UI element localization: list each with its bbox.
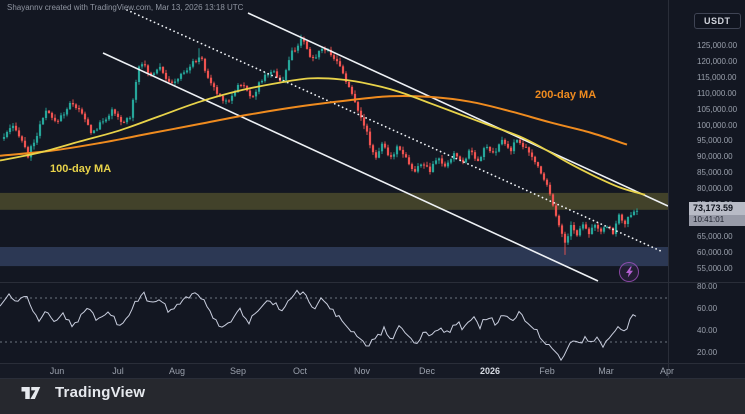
price-axis-border <box>668 0 669 378</box>
time-axis-label: Sep <box>229 366 247 376</box>
tradingview-chart-window: Shayannv created with TradingView.com, M… <box>0 0 745 414</box>
price-tick: 125,000.00 <box>697 41 738 50</box>
price-tick: 90,000.00 <box>697 152 733 161</box>
channel-upper <box>247 12 668 207</box>
rsi-tick: 20.00 <box>697 348 718 357</box>
rsi-separator[interactable] <box>0 363 745 364</box>
last-price-label: 73,173.59 10:41:01 <box>689 202 745 226</box>
rsi-tick: 60.00 <box>697 304 718 313</box>
tradingview-logo-icon <box>21 386 41 399</box>
time-axis-label: 2026 <box>479 366 501 376</box>
price-tick: 55,000.00 <box>697 264 733 273</box>
price-tick: 105,000.00 <box>697 105 738 114</box>
pane-separator[interactable] <box>0 282 745 283</box>
tradingview-logo-text: TradingView <box>55 384 146 401</box>
lightning-icon <box>625 266 633 278</box>
time-axis-label: Aug <box>168 366 186 376</box>
price-tick: 120,000.00 <box>697 57 738 66</box>
time-axis-label: Apr <box>659 366 675 376</box>
rsi-tick: 80.00 <box>697 282 718 291</box>
time-axis-label: Mar <box>598 366 614 376</box>
boost-button[interactable] <box>619 262 639 282</box>
time-axis-label: Nov <box>353 366 371 376</box>
support-zone <box>0 247 668 267</box>
rsi-line <box>0 289 637 362</box>
quote-currency-badge[interactable]: USDT <box>694 13 741 29</box>
price-tick: 80,000.00 <box>697 184 733 193</box>
price-tick: 85,000.00 <box>697 168 733 177</box>
channel-lower <box>102 52 599 282</box>
price-tick: 65,000.00 <box>697 232 733 241</box>
last-price-value: 73,173.59 <box>689 202 745 215</box>
price-tick: 115,000.00 <box>697 73 737 82</box>
price-tick: 95,000.00 <box>697 136 733 145</box>
time-axis-label: Jul <box>112 366 124 376</box>
time-axis-border <box>0 378 745 379</box>
chart-canvas <box>0 9 668 362</box>
rsi-pane-drawing <box>0 289 668 362</box>
attribution-text: Shayannv created with TradingView.com, M… <box>7 3 244 12</box>
tradingview-logo[interactable]: TradingView <box>20 384 145 401</box>
time-axis-label: Dec <box>418 366 436 376</box>
resistance-zone <box>0 192 668 210</box>
price-pane-drawing <box>0 9 668 282</box>
price-tick: 100,000.00 <box>697 121 738 130</box>
rsi-tick: 40.00 <box>697 326 718 335</box>
ma200-label: 200-day MA <box>535 89 597 101</box>
ma100-label: 100-day MA <box>50 163 112 175</box>
price-tick: 60,000.00 <box>697 248 733 257</box>
time-axis-label: Oct <box>292 366 308 376</box>
time-axis-label: Feb <box>539 366 555 376</box>
price-tick: 110,000.00 <box>697 89 737 98</box>
channel-mid <box>126 9 664 253</box>
time-axis-label: Jun <box>49 366 65 376</box>
candle-countdown: 10:41:01 <box>689 215 745 226</box>
ma200-line <box>0 94 628 157</box>
